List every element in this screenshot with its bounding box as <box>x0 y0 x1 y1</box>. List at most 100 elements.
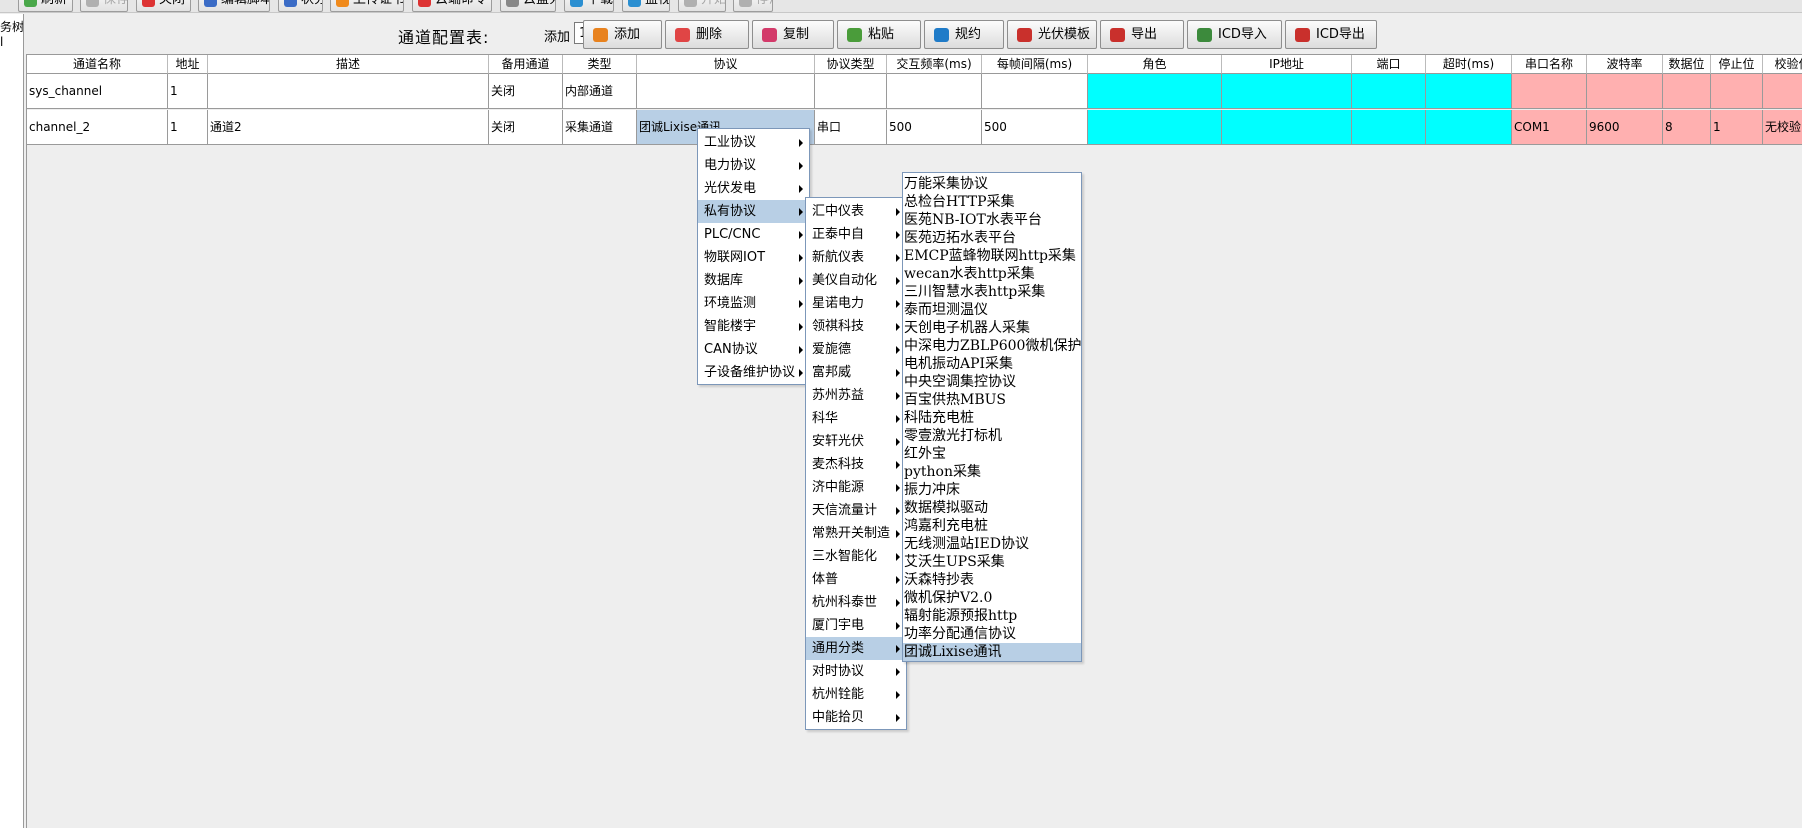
menu2-item[interactable]: 麦杰科技 <box>806 453 906 476</box>
menu2-item[interactable]: 正泰中自 <box>806 223 906 246</box>
menu3-item[interactable]: 团诚Lixise通讯 <box>903 643 1081 661</box>
menu1-item[interactable]: 私有协议 <box>698 200 809 223</box>
protocol-button[interactable]: 规约 <box>924 20 1004 49</box>
menu2-item[interactable]: 三水智能化 <box>806 545 906 568</box>
table-cell[interactable] <box>1088 74 1222 109</box>
menu3-item[interactable]: python采集 <box>903 463 1081 481</box>
toolbar-download-button[interactable]: 下载 <box>564 0 614 12</box>
table-cell[interactable]: 1 <box>168 74 208 109</box>
menu2-item[interactable]: 领祺科技 <box>806 315 906 338</box>
column-header[interactable]: 通道名称 <box>27 55 168 74</box>
table-cell[interactable] <box>1663 74 1711 109</box>
column-header[interactable]: 备用通道 <box>489 55 563 74</box>
column-header[interactable]: 波特率 <box>1587 55 1663 74</box>
table-cell[interactable] <box>637 74 815 109</box>
table-cell[interactable] <box>1512 74 1587 109</box>
table-cell[interactable] <box>1711 74 1763 109</box>
menu2-item[interactable]: 科华 <box>806 407 906 430</box>
paste-button[interactable]: 粘贴 <box>837 20 921 49</box>
column-header[interactable]: 描述 <box>208 55 489 74</box>
column-header[interactable]: IP地址 <box>1222 55 1352 74</box>
column-header[interactable]: 交互频率(ms) <box>887 55 982 74</box>
menu3-item[interactable]: 鸿嘉利充电桩 <box>903 517 1081 535</box>
icd-export-button[interactable]: ICD导出 <box>1285 20 1377 49</box>
menu2-item[interactable]: 新航仪表 <box>806 246 906 269</box>
menu1-item[interactable]: 电力协议 <box>698 154 809 177</box>
menu3-item[interactable]: 万能采集协议 <box>903 175 1081 193</box>
menu2-item[interactable]: 苏州苏益 <box>806 384 906 407</box>
toolbar-cloud-list-button[interactable]: 云盘列表 <box>500 0 556 12</box>
menu1-item[interactable]: 光伏发电 <box>698 177 809 200</box>
toolbar-cloud-cmd-button[interactable]: 云端命令 <box>412 0 492 12</box>
menu1-item[interactable]: 智能楼宇 <box>698 315 809 338</box>
menu1-item[interactable]: 子设备维护协议 <box>698 361 809 384</box>
column-header[interactable]: 超时(ms) <box>1426 55 1512 74</box>
menu1-item[interactable]: 数据库 <box>698 269 809 292</box>
export-button[interactable]: 导出 <box>1100 20 1184 49</box>
column-header[interactable]: 协议类型 <box>815 55 887 74</box>
table-cell[interactable] <box>1426 110 1512 145</box>
menu3-item[interactable]: 红外宝 <box>903 445 1081 463</box>
table-cell[interactable] <box>1763 74 1802 109</box>
menu1-item[interactable]: PLC/CNC <box>698 223 809 246</box>
column-header[interactable]: 串口名称 <box>1512 55 1587 74</box>
table-cell[interactable]: sys_channel <box>27 74 168 109</box>
menu3-item[interactable]: 医苑迈拓水表平台 <box>903 229 1081 247</box>
menu2-item[interactable]: 厦门宇电 <box>806 614 906 637</box>
icd-import-button[interactable]: ICD导入 <box>1187 20 1282 49</box>
table-cell[interactable] <box>1088 110 1222 145</box>
pv-template-button[interactable]: 光伏模板 <box>1007 20 1097 49</box>
table-cell[interactable] <box>1222 74 1352 109</box>
menu2-item[interactable]: 体普 <box>806 568 906 591</box>
menu3-item[interactable]: 功率分配通信协议 <box>903 625 1081 643</box>
tree-node[interactable]: l <box>0 35 3 49</box>
column-header[interactable]: 停止位 <box>1711 55 1763 74</box>
column-header[interactable]: 每帧间隔(ms) <box>982 55 1088 74</box>
menu3-item[interactable]: 数据模拟驱动 <box>903 499 1081 517</box>
menu3-item[interactable]: 泰而坦测温仪 <box>903 301 1081 319</box>
menu3-item[interactable]: 中央空调集控协议 <box>903 373 1081 391</box>
table-cell[interactable]: 500 <box>887 110 982 145</box>
column-header[interactable]: 校验位 <box>1763 55 1802 74</box>
table-cell[interactable]: 1 <box>168 110 208 145</box>
menu2-item[interactable]: 汇中仪表 <box>806 200 906 223</box>
menu3-item[interactable]: 沃森特抄表 <box>903 571 1081 589</box>
table-cell[interactable]: 内部通道 <box>563 74 637 109</box>
column-header[interactable]: 地址 <box>168 55 208 74</box>
menu1-item[interactable]: 环境监测 <box>698 292 809 315</box>
table-cell[interactable] <box>1587 74 1663 109</box>
menu3-item[interactable]: EMCP蓝蜂物联网http采集 <box>903 247 1081 265</box>
table-cell[interactable]: 500 <box>982 110 1088 145</box>
menu2-item[interactable]: 美仪自动化 <box>806 269 906 292</box>
column-header[interactable]: 类型 <box>563 55 637 74</box>
menu2-item[interactable]: 杭州科泰世 <box>806 591 906 614</box>
toolbar-status-button[interactable]: 状分 <box>278 0 323 12</box>
menu2-item[interactable]: 常熟开关制造 <box>806 522 906 545</box>
add-button[interactable]: 添加 <box>583 20 662 49</box>
menu2-item[interactable]: 星诺电力 <box>806 292 906 315</box>
table-cell[interactable] <box>887 74 982 109</box>
menu1-item[interactable]: CAN协议 <box>698 338 809 361</box>
delete-button[interactable]: 删除 <box>665 20 749 49</box>
menu3-item[interactable]: 三川智慧水表http采集 <box>903 283 1081 301</box>
table-cell[interactable] <box>815 74 887 109</box>
menu3-item[interactable]: 科陆充电桩 <box>903 409 1081 427</box>
menu3-item[interactable]: 艾沃生UPS采集 <box>903 553 1081 571</box>
menu1-item[interactable]: 工业协议 <box>698 131 809 154</box>
toolbar-monitor-button[interactable]: 监视 <box>622 0 670 12</box>
copy-button[interactable]: 复制 <box>752 20 834 49</box>
table-cell[interactable]: 关闭 <box>489 74 563 109</box>
table-cell[interactable]: 采集通道 <box>563 110 637 145</box>
menu2-item[interactable]: 对时协议 <box>806 660 906 683</box>
column-header[interactable]: 协议 <box>637 55 815 74</box>
menu2-item[interactable]: 安轩光伏 <box>806 430 906 453</box>
toolbar-close-button[interactable]: 关闭 <box>136 0 191 12</box>
menu2-item[interactable]: 杭州铨能 <box>806 683 906 706</box>
menu3-item[interactable]: 中深电力ZBLP600微机保护 <box>903 337 1081 355</box>
table-cell[interactable]: COM1 <box>1512 110 1587 145</box>
menu2-item[interactable]: 富邦威 <box>806 361 906 384</box>
table-cell[interactable] <box>208 74 489 109</box>
toolbar-refresh-button[interactable]: 刷新 <box>18 0 73 12</box>
menu2-item[interactable]: 通用分类 <box>806 637 906 660</box>
column-header[interactable]: 端口 <box>1352 55 1426 74</box>
